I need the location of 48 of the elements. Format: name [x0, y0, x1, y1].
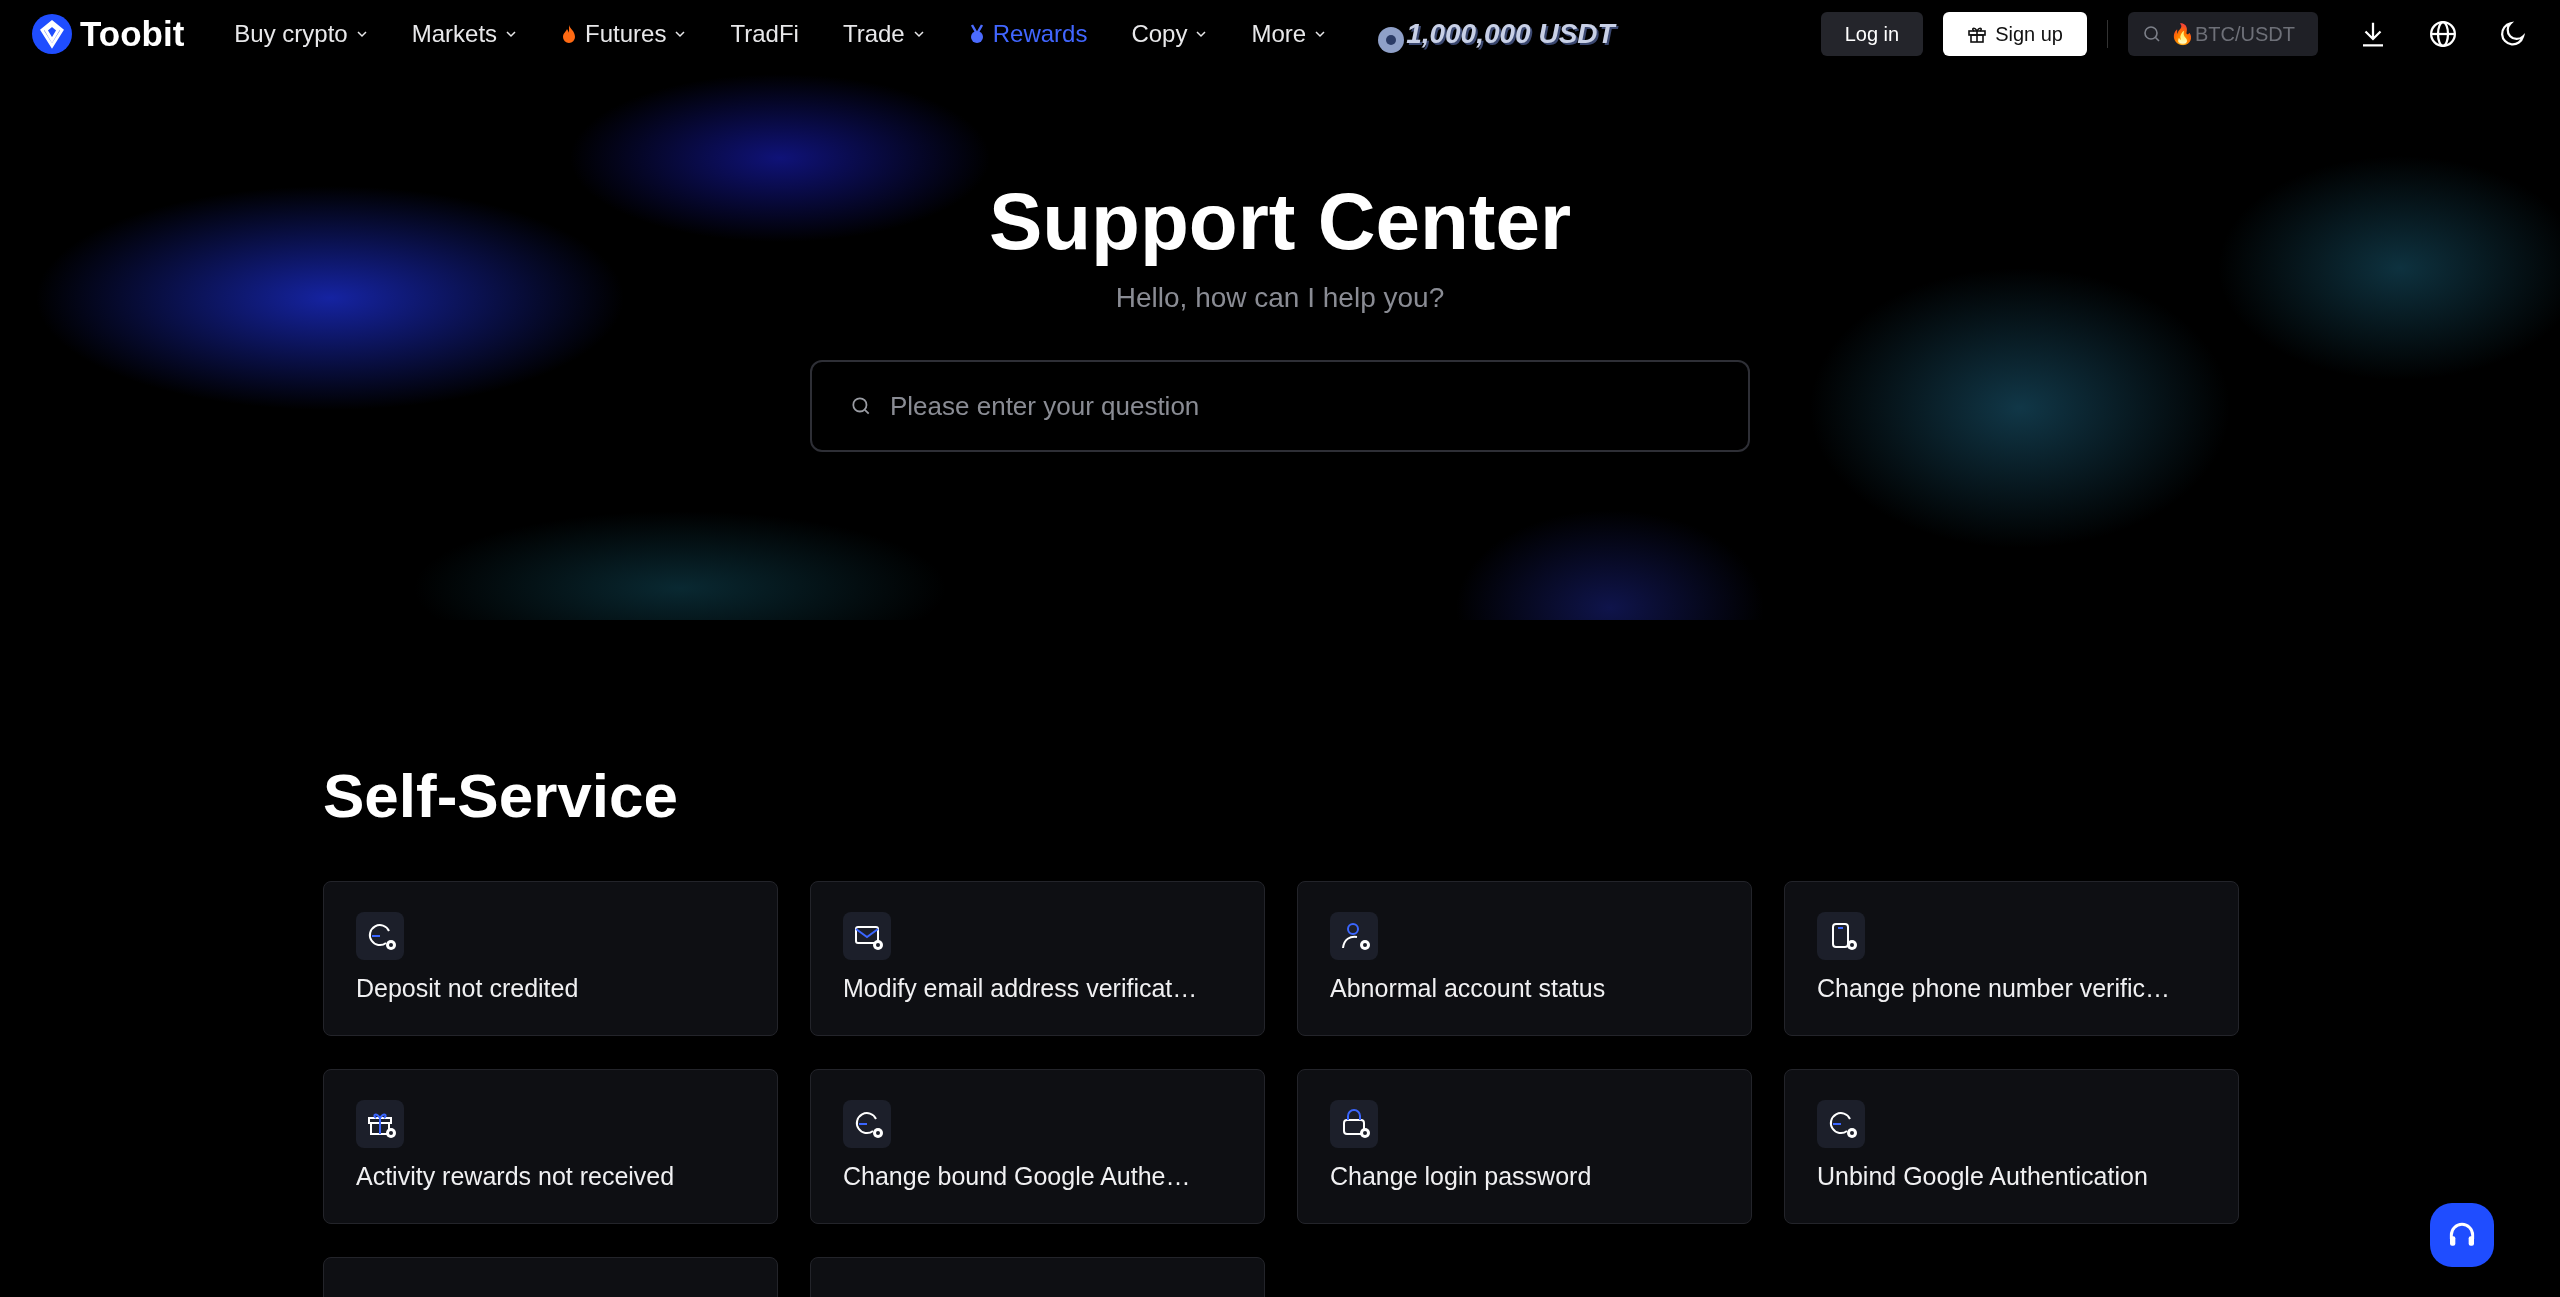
nav-link[interactable]: Futures	[561, 20, 687, 48]
globe-icon[interactable]	[2428, 19, 2458, 49]
card-label: Abnormal account status	[1330, 974, 1607, 1003]
section-title: Self-Service	[323, 760, 679, 831]
gift-icon	[1967, 24, 1988, 44]
card-label: Change phone number verific…	[1817, 974, 2171, 1003]
phone-icon	[1817, 912, 1865, 960]
page-subtitle: Hello, how can I help you?	[1115, 282, 1445, 314]
medal-icon	[968, 23, 985, 45]
question-search-field[interactable]: Please enter your question	[810, 360, 1750, 452]
nav-link[interactable]: Markets	[411, 20, 518, 48]
card-label: Modify email address verificat…	[843, 974, 1199, 1003]
nav-link[interactable]: Buy crypto	[234, 20, 368, 48]
nav-link[interactable]: Copy	[1131, 20, 1208, 48]
service-card[interactable]: Change bound Google Authe…	[810, 1069, 1265, 1224]
nav-link[interactable]: Rewards	[968, 20, 1088, 48]
card-label: Deposit not credited	[356, 974, 580, 1003]
logo-icon	[32, 14, 72, 54]
envelope-icon	[843, 912, 891, 960]
search-field[interactable]: 🔥BTC/USDT	[2128, 12, 2318, 56]
service-card[interactable]: Change phone number verific…	[1784, 881, 2239, 1036]
nav-link[interactable]: Trade	[842, 20, 925, 48]
service-card[interactable]: Modify email address verificat…	[810, 881, 1265, 1036]
nav-link[interactable]: TradFi	[730, 20, 799, 48]
support-button[interactable]	[2430, 1203, 2494, 1267]
ball-icon	[1376, 25, 1407, 55]
fire-icon	[561, 23, 578, 45]
card-label: Activity rewards not received	[356, 1162, 676, 1191]
card-label: Unbind Google Authentication	[1817, 1162, 2149, 1191]
page-title: Support Center	[988, 176, 1572, 268]
card-label: Change bound Google Authe…	[843, 1162, 1192, 1191]
gift-icon	[356, 1100, 404, 1148]
service-card[interactable]: Unbind Google Authentication	[1784, 1069, 2239, 1224]
service-card[interactable]: Deposit not credited	[323, 881, 778, 1036]
promo-banner[interactable]: 1,000,000 USDT	[1376, 13, 1615, 55]
logo[interactable]: Toobit	[32, 14, 185, 54]
login-button[interactable]: Log in	[1820, 12, 1924, 56]
service-card[interactable]: Abnormal account status	[1297, 881, 1752, 1036]
lock-icon	[1330, 1100, 1378, 1148]
nav-link[interactable]: More	[1251, 20, 1327, 48]
search-icon	[850, 395, 872, 417]
promo-text: 1,000,000 USDT	[1406, 18, 1615, 50]
service-card[interactable]: Change login password	[1297, 1069, 1752, 1224]
signup-button[interactable]: Sign up	[1943, 12, 2087, 56]
card-label: Change login password	[1330, 1162, 1593, 1191]
logo-text: Toobit	[80, 14, 185, 54]
person-icon	[1330, 912, 1378, 960]
service-card[interactable]: Activity rewards not received	[323, 1069, 778, 1224]
